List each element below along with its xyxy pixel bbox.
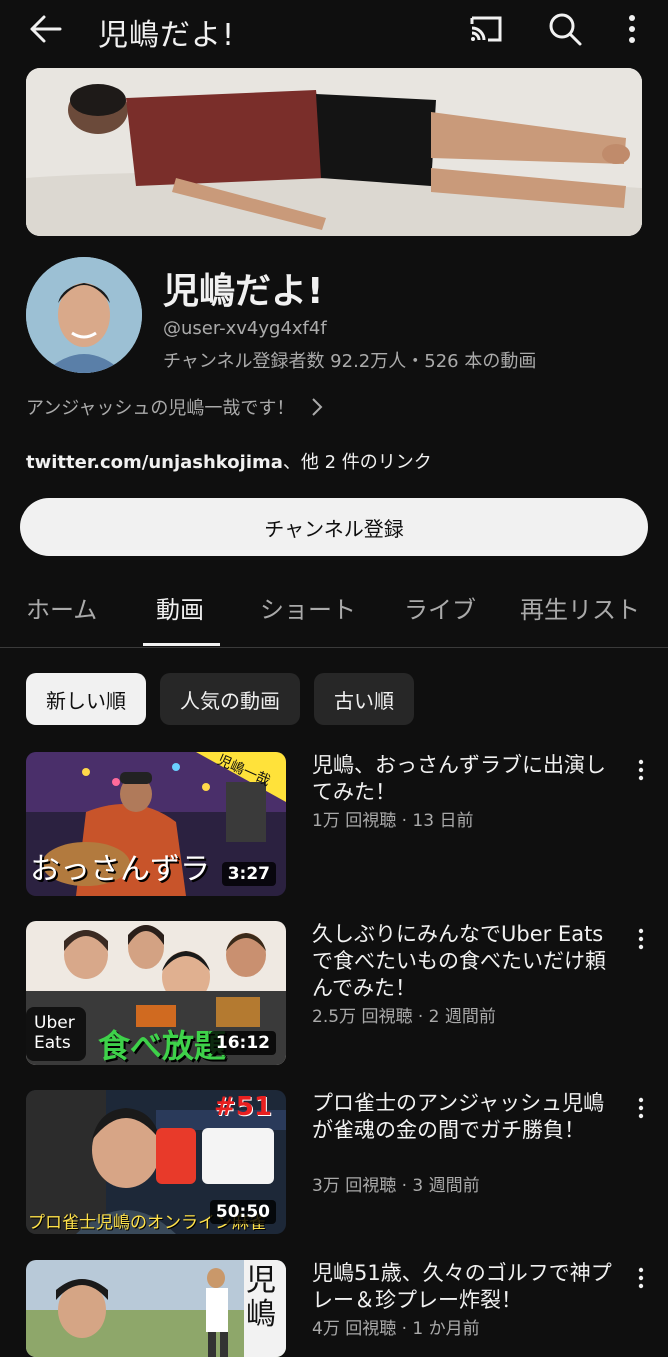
search-icon[interactable] <box>546 10 584 48</box>
sort-chips: 新しい順 人気の動画 古い順 <box>26 673 414 725</box>
more-vert-icon[interactable] <box>634 1096 648 1120</box>
chip-popular[interactable]: 人気の動画 <box>160 673 300 725</box>
thumbnail-brand: Uber Eats <box>34 1013 75 1053</box>
thumbnail-caption: 児嶋 <box>246 1263 276 1332</box>
video-duration: 16:12 <box>209 1031 276 1055</box>
chip-newest[interactable]: 新しい順 <box>26 673 146 725</box>
banner-image <box>26 68 642 236</box>
more-vert-icon[interactable] <box>620 12 644 46</box>
video-meta: 3万 回視聴 · 3 週間前 <box>312 1176 480 1196</box>
thumbnail-caption: おっさんずラ <box>30 852 210 887</box>
more-vert-icon[interactable] <box>634 927 648 951</box>
channel-handle: @user-xv4yg4xf4f <box>163 318 327 339</box>
more-vert-icon[interactable] <box>634 1266 648 1290</box>
channel-tabs: ホーム 動画 ショート ライブ 再生リスト <box>0 578 668 648</box>
video-title[interactable]: 児嶋51歳、久々のゴルフで神プレー＆珍プレー炸裂！ <box>312 1260 612 1314</box>
channel-avatar[interactable] <box>26 257 142 373</box>
video-item[interactable]: Uber Eats 食べ放題 16:12 久しぶりにみんなでUber Eatsで… <box>26 921 646 1065</box>
subscribe-button[interactable]: チャンネル登録 <box>20 498 648 556</box>
video-item[interactable]: #51 プロ雀士児嶋のオンライン麻雀 50:50 プロ雀士のアンジャッシュ児嶋が… <box>26 1090 646 1234</box>
video-title[interactable]: 久しぶりにみんなでUber Eatsで食べたいもの食べたいだけ頼んでみた！ <box>312 921 612 1002</box>
more-vert-icon[interactable] <box>634 758 648 782</box>
video-meta: 1万 回視聴 · 13 日前 <box>312 811 474 831</box>
channel-stats: チャンネル登録者数 92.2万人・526 本の動画 <box>163 351 537 372</box>
channel-description[interactable]: アンジャッシュの児嶋一哉です！ <box>26 394 324 420</box>
top-app-bar: 児嶋だよ! <box>0 0 668 58</box>
video-title[interactable]: 児嶋、おっさんずラブに出演してみた！ <box>312 752 612 806</box>
link-rest: 、他 2 件のリンク <box>282 452 432 473</box>
thumbnail-tag: #51 <box>214 1092 272 1122</box>
video-duration: 3:27 <box>221 862 276 886</box>
video-title[interactable]: プロ雀士のアンジャッシュ児嶋が雀魂の金の間でガチ勝負！ <box>312 1090 612 1144</box>
thumbnail-caption: 食べ放題 <box>98 1027 227 1065</box>
tab-home[interactable]: ホーム <box>26 590 97 625</box>
video-thumbnail[interactable]: おっさんずラ 児嶋一哉 3:27 <box>26 752 286 896</box>
back-arrow-icon[interactable] <box>26 12 66 46</box>
active-tab-indicator <box>143 643 220 646</box>
video-duration: 50:50 <box>209 1200 276 1224</box>
tab-live[interactable]: ライブ <box>404 590 476 625</box>
video-thumbnail[interactable]: #51 プロ雀士児嶋のオンライン麻雀 50:50 <box>26 1090 286 1234</box>
channel-name: 児嶋だよ! <box>163 271 324 312</box>
video-thumbnail[interactable]: 児嶋 <box>26 1260 286 1357</box>
video-thumbnail[interactable]: Uber Eats 食べ放題 16:12 <box>26 921 286 1065</box>
tab-shorts[interactable]: ショート <box>260 590 356 625</box>
chip-oldest[interactable]: 古い順 <box>314 673 414 725</box>
page-title: 児嶋だよ! <box>98 18 236 53</box>
video-item[interactable]: 児嶋 児嶋51歳、久々のゴルフで神プレー＆珍プレー炸裂！ 4万 回視聴 · 1 … <box>26 1260 646 1357</box>
tab-videos[interactable]: 動画 <box>156 590 204 625</box>
video-item[interactable]: おっさんずラ 児嶋一哉 3:27 児嶋、おっさんずラブに出演してみた！ 1万 回… <box>26 752 646 896</box>
channel-banner <box>26 68 642 236</box>
description-text: アンジャッシュの児嶋一哉です！ <box>26 398 295 419</box>
tab-playlists[interactable]: 再生リスト <box>520 590 640 625</box>
cast-icon[interactable] <box>466 12 506 46</box>
video-meta: 2.5万 回視聴 · 2 週間前 <box>312 1007 496 1027</box>
channel-links[interactable]: twitter.com/unjashkojima、他 2 件のリンク <box>26 448 432 474</box>
link-main[interactable]: twitter.com/unjashkojima <box>26 452 283 473</box>
chevron-right-icon <box>312 398 323 416</box>
video-meta: 4万 回視聴 · 1 か月前 <box>312 1319 480 1339</box>
